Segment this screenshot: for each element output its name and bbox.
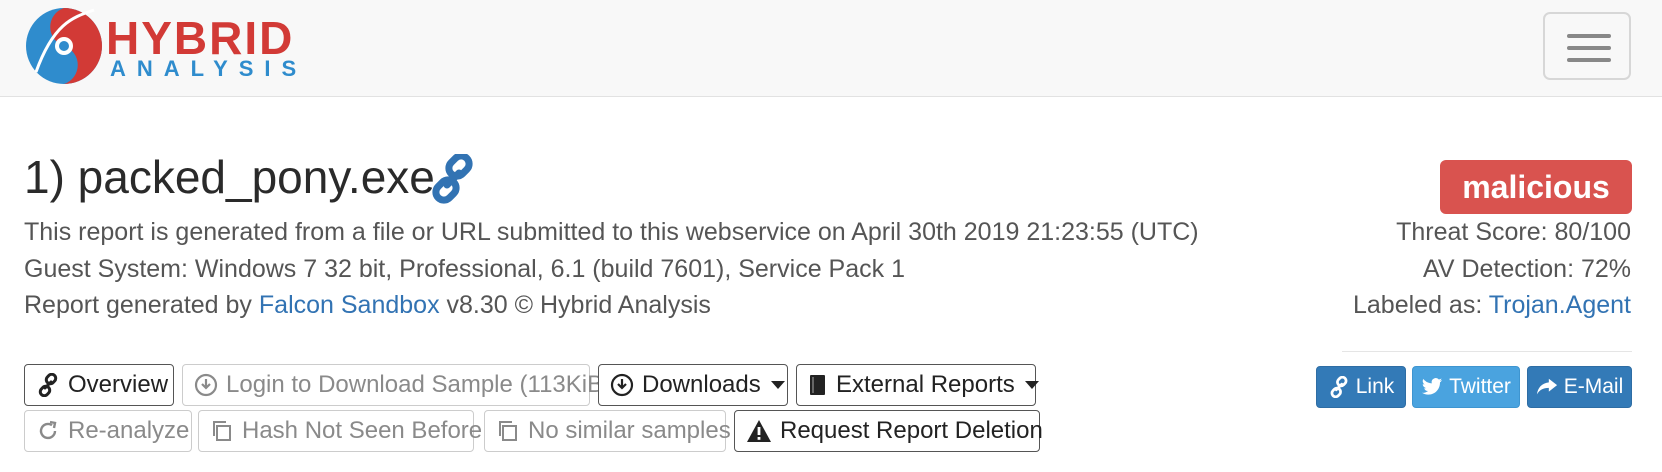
share-link-button[interactable]: Link xyxy=(1316,366,1406,408)
external-reports-label: External Reports xyxy=(836,371,1015,398)
av-detection: AV Detection: 72% xyxy=(1423,255,1631,283)
link-icon xyxy=(38,373,58,397)
downloads-dropdown[interactable]: Downloads xyxy=(598,364,788,406)
request-deletion-button[interactable]: Request Report Deletion xyxy=(734,410,1043,452)
share-link-label: Link xyxy=(1355,375,1395,398)
overview-label: Overview xyxy=(68,371,169,398)
book-icon xyxy=(810,375,825,395)
request-deletion-label: Request Report Deletion xyxy=(780,417,1043,444)
downloads-label: Downloads xyxy=(642,371,761,398)
no-similar-samples-label: No similar samples xyxy=(528,417,731,444)
logo-globe-icon: HYBRID ANALYSIS xyxy=(26,8,307,84)
generated-by-suffix: v8.30 © Hybrid Analysis xyxy=(439,291,711,319)
hamburger-icon xyxy=(1567,58,1611,62)
page-title: 1) packed_pony.exe xyxy=(24,151,435,203)
falcon-sandbox-link[interactable]: Falcon Sandbox xyxy=(259,291,440,319)
menu-toggle-button[interactable] xyxy=(1543,12,1631,80)
divider xyxy=(1342,351,1632,352)
login-download-label: Login to Download Sample (113KiB) xyxy=(226,371,612,398)
labeled-as: Labeled as: Trojan.Agent xyxy=(1353,291,1631,320)
guest-system-info: Guest System: Windows 7 32 bit, Professi… xyxy=(24,255,905,283)
reanalyze-label: Re-analyze xyxy=(68,417,190,444)
svg-text:ANALYSIS: ANALYSIS xyxy=(110,56,307,81)
warning-icon xyxy=(747,420,771,442)
threat-score: Threat Score: 80/100 xyxy=(1396,218,1631,246)
labeled-as-prefix: Labeled as: xyxy=(1353,291,1489,319)
share-twitter-button[interactable]: Twitter xyxy=(1412,366,1520,408)
hamburger-icon xyxy=(1567,46,1611,50)
verdict-badge: malicious xyxy=(1440,160,1632,214)
copy-icon xyxy=(213,421,231,441)
share-email-button[interactable]: E-Mail xyxy=(1527,366,1632,408)
labeled-as-link[interactable]: Trojan.Agent xyxy=(1489,291,1631,319)
link-icon[interactable] xyxy=(428,152,478,204)
submission-info: This report is generated from a file or … xyxy=(24,218,1199,246)
external-reports-dropdown[interactable]: External Reports xyxy=(796,364,1039,406)
hybrid-analysis-logo[interactable]: HYBRID ANALYSIS xyxy=(24,2,364,92)
hamburger-icon xyxy=(1567,34,1611,38)
download-circle-icon xyxy=(194,373,218,397)
share-email-label: E-Mail xyxy=(1563,375,1624,398)
no-similar-samples-button[interactable]: No similar samples xyxy=(484,410,731,452)
caret-down-icon xyxy=(1024,381,1039,389)
copy-icon xyxy=(499,421,517,441)
share-twitter-label: Twitter xyxy=(1449,375,1511,398)
generated-by-prefix: Report generated by xyxy=(24,291,259,319)
caret-down-icon xyxy=(770,381,785,389)
hash-not-seen-button[interactable]: Hash Not Seen Before xyxy=(198,410,482,452)
hash-not-seen-label: Hash Not Seen Before xyxy=(242,417,483,444)
reanalyze-button[interactable]: Re-analyze xyxy=(24,410,192,452)
top-navbar: HYBRID ANALYSIS xyxy=(0,0,1662,97)
share-icon xyxy=(1536,378,1557,395)
overview-button[interactable]: Overview xyxy=(24,364,174,406)
link-icon xyxy=(1330,376,1348,398)
refresh-icon xyxy=(39,420,57,440)
twitter-icon xyxy=(1421,378,1443,395)
generated-by-info: Report generated by Falcon Sandbox v8.30… xyxy=(24,291,711,320)
download-circle-icon xyxy=(610,373,634,397)
login-download-button[interactable]: Login to Download Sample (113KiB) xyxy=(182,364,611,406)
